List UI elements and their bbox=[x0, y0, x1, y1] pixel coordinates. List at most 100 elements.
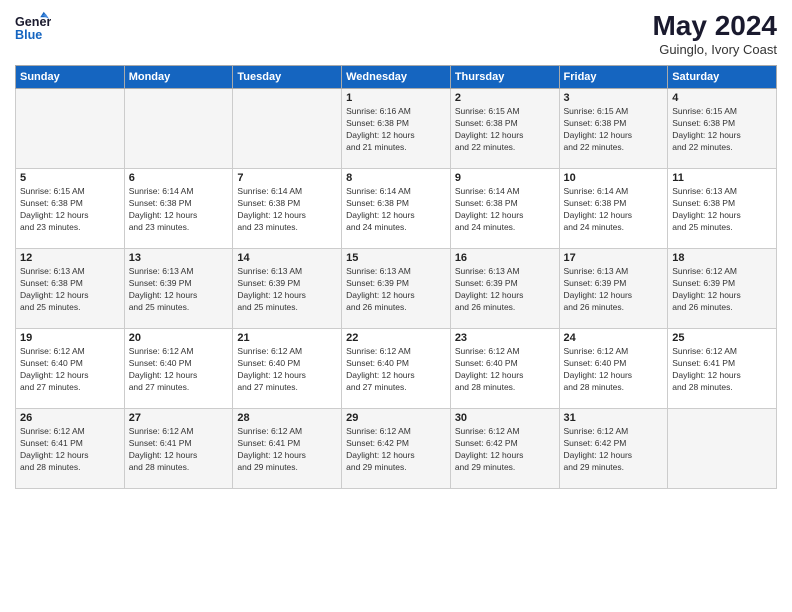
day-info: Sunrise: 6:12 AMSunset: 6:41 PMDaylight:… bbox=[129, 426, 229, 474]
calendar-cell: 14Sunrise: 6:13 AMSunset: 6:39 PMDayligh… bbox=[233, 249, 342, 329]
day-info: Sunrise: 6:14 AMSunset: 6:38 PMDaylight:… bbox=[129, 186, 229, 234]
day-number: 31 bbox=[564, 412, 664, 424]
day-number: 1 bbox=[346, 92, 446, 104]
day-number: 10 bbox=[564, 172, 664, 184]
calendar-cell: 1 Sunrise: 6:16 AMSunset: 6:38 PMDaylight… bbox=[342, 89, 451, 169]
day-number: 12 bbox=[20, 252, 120, 264]
day-number: 26 bbox=[20, 412, 120, 424]
calendar-cell bbox=[16, 89, 125, 169]
calendar-cell bbox=[124, 89, 233, 169]
day-info: Sunrise: 6:15 AMSunset: 6:38 PMDaylight:… bbox=[564, 106, 664, 154]
day-number: 23 bbox=[455, 332, 555, 344]
day-info: Sunrise: 6:12 AMSunset: 6:40 PMDaylight:… bbox=[346, 346, 446, 394]
calendar-cell: 20 Sunrise: 6:12 AMSunset: 6:40 PMDayligh… bbox=[124, 329, 233, 409]
day-info: Sunrise: 6:12 AMSunset: 6:40 PMDaylight:… bbox=[129, 346, 229, 394]
calendar-cell: 13Sunrise: 6:13 AMSunset: 6:39 PMDayligh… bbox=[124, 249, 233, 329]
calendar-page: General Blue May 2024 Guinglo, Ivory Coa… bbox=[0, 0, 792, 612]
day-info: Sunrise: 6:15 AMSunset: 6:38 PMDaylight:… bbox=[20, 186, 120, 234]
week-row-5: 26 Sunrise: 6:12 AMSunset: 6:41 PMDayligh… bbox=[16, 409, 777, 489]
day-info: Sunrise: 6:12 AMSunset: 6:41 PMDaylight:… bbox=[20, 426, 120, 474]
calendar-table: SundayMondayTuesdayWednesdayThursdayFrid… bbox=[15, 65, 777, 489]
day-number: 9 bbox=[455, 172, 555, 184]
day-number: 25 bbox=[672, 332, 772, 344]
month-title: May 2024 bbox=[652, 10, 777, 42]
day-info: Sunrise: 6:12 AMSunset: 6:42 PMDaylight:… bbox=[564, 426, 664, 474]
day-info: Sunrise: 6:12 AMSunset: 6:40 PMDaylight:… bbox=[20, 346, 120, 394]
day-number: 7 bbox=[237, 172, 337, 184]
day-number: 24 bbox=[564, 332, 664, 344]
day-info: Sunrise: 6:13 AMSunset: 6:38 PMDaylight:… bbox=[20, 266, 120, 314]
day-header-wednesday: Wednesday bbox=[342, 66, 451, 89]
header: General Blue May 2024 Guinglo, Ivory Coa… bbox=[15, 10, 777, 57]
day-number: 13 bbox=[129, 252, 229, 264]
day-info: Sunrise: 6:13 AMSunset: 6:39 PMDaylight:… bbox=[346, 266, 446, 314]
day-info: Sunrise: 6:12 AMSunset: 6:40 PMDaylight:… bbox=[564, 346, 664, 394]
calendar-cell: 22 Sunrise: 6:12 AMSunset: 6:40 PMDayligh… bbox=[342, 329, 451, 409]
calendar-cell: 26 Sunrise: 6:12 AMSunset: 6:41 PMDayligh… bbox=[16, 409, 125, 489]
calendar-cell: 21 Sunrise: 6:12 AMSunset: 6:40 PMDayligh… bbox=[233, 329, 342, 409]
day-info: Sunrise: 6:13 AMSunset: 6:39 PMDaylight:… bbox=[455, 266, 555, 314]
day-info: Sunrise: 6:12 AMSunset: 6:40 PMDaylight:… bbox=[455, 346, 555, 394]
day-number: 3 bbox=[564, 92, 664, 104]
day-header-sunday: Sunday bbox=[16, 66, 125, 89]
day-number: 11 bbox=[672, 172, 772, 184]
day-number: 15 bbox=[346, 252, 446, 264]
calendar-cell: 30 Sunrise: 6:12 AMSunset: 6:42 PMDayligh… bbox=[450, 409, 559, 489]
day-header-saturday: Saturday bbox=[668, 66, 777, 89]
day-info: Sunrise: 6:12 AMSunset: 6:39 PMDaylight:… bbox=[672, 266, 772, 314]
day-number: 17 bbox=[564, 252, 664, 264]
day-number: 29 bbox=[346, 412, 446, 424]
day-number: 5 bbox=[20, 172, 120, 184]
day-info: Sunrise: 6:14 AMSunset: 6:38 PMDaylight:… bbox=[237, 186, 337, 234]
calendar-cell: 19Sunrise: 6:12 AMSunset: 6:40 PMDayligh… bbox=[16, 329, 125, 409]
day-number: 6 bbox=[129, 172, 229, 184]
week-row-2: 5 Sunrise: 6:15 AMSunset: 6:38 PMDaylight… bbox=[16, 169, 777, 249]
day-number: 2 bbox=[455, 92, 555, 104]
day-header-monday: Monday bbox=[124, 66, 233, 89]
svg-text:Blue: Blue bbox=[15, 28, 42, 42]
day-info: Sunrise: 6:13 AMSunset: 6:39 PMDaylight:… bbox=[564, 266, 664, 314]
day-info: Sunrise: 6:12 AMSunset: 6:40 PMDaylight:… bbox=[237, 346, 337, 394]
calendar-cell: 8 Sunrise: 6:14 AMSunset: 6:38 PMDaylight… bbox=[342, 169, 451, 249]
location-subtitle: Guinglo, Ivory Coast bbox=[652, 42, 777, 57]
calendar-cell: 7 Sunrise: 6:14 AMSunset: 6:38 PMDaylight… bbox=[233, 169, 342, 249]
day-info: Sunrise: 6:16 AMSunset: 6:38 PMDaylight:… bbox=[346, 106, 446, 154]
day-number: 16 bbox=[455, 252, 555, 264]
header-row: SundayMondayTuesdayWednesdayThursdayFrid… bbox=[16, 66, 777, 89]
day-number: 8 bbox=[346, 172, 446, 184]
day-info: Sunrise: 6:14 AMSunset: 6:38 PMDaylight:… bbox=[346, 186, 446, 234]
day-number: 27 bbox=[129, 412, 229, 424]
calendar-cell: 23 Sunrise: 6:12 AMSunset: 6:40 PMDayligh… bbox=[450, 329, 559, 409]
day-info: Sunrise: 6:12 AMSunset: 6:41 PMDaylight:… bbox=[672, 346, 772, 394]
calendar-cell: 31 Sunrise: 6:12 AMSunset: 6:42 PMDayligh… bbox=[559, 409, 668, 489]
calendar-cell: 3 Sunrise: 6:15 AMSunset: 6:38 PMDaylight… bbox=[559, 89, 668, 169]
week-row-1: 1 Sunrise: 6:16 AMSunset: 6:38 PMDaylight… bbox=[16, 89, 777, 169]
calendar-cell bbox=[668, 409, 777, 489]
week-row-4: 19Sunrise: 6:12 AMSunset: 6:40 PMDayligh… bbox=[16, 329, 777, 409]
calendar-cell: 25 Sunrise: 6:12 AMSunset: 6:41 PMDayligh… bbox=[668, 329, 777, 409]
day-info: Sunrise: 6:14 AMSunset: 6:38 PMDaylight:… bbox=[455, 186, 555, 234]
day-info: Sunrise: 6:12 AMSunset: 6:42 PMDaylight:… bbox=[346, 426, 446, 474]
calendar-cell: 15 Sunrise: 6:13 AMSunset: 6:39 PMDayligh… bbox=[342, 249, 451, 329]
day-number: 28 bbox=[237, 412, 337, 424]
calendar-cell: 2Sunrise: 6:15 AMSunset: 6:38 PMDaylight… bbox=[450, 89, 559, 169]
calendar-cell: 17 Sunrise: 6:13 AMSunset: 6:39 PMDayligh… bbox=[559, 249, 668, 329]
day-info: Sunrise: 6:12 AMSunset: 6:42 PMDaylight:… bbox=[455, 426, 555, 474]
calendar-cell: 28Sunrise: 6:12 AMSunset: 6:41 PMDayligh… bbox=[233, 409, 342, 489]
calendar-cell: 24 Sunrise: 6:12 AMSunset: 6:40 PMDayligh… bbox=[559, 329, 668, 409]
day-number: 21 bbox=[237, 332, 337, 344]
title-block: May 2024 Guinglo, Ivory Coast bbox=[652, 10, 777, 57]
calendar-cell: 18 Sunrise: 6:12 AMSunset: 6:39 PMDayligh… bbox=[668, 249, 777, 329]
day-header-friday: Friday bbox=[559, 66, 668, 89]
calendar-cell bbox=[233, 89, 342, 169]
day-number: 22 bbox=[346, 332, 446, 344]
calendar-cell: 6 Sunrise: 6:14 AMSunset: 6:38 PMDaylight… bbox=[124, 169, 233, 249]
calendar-cell: 29 Sunrise: 6:12 AMSunset: 6:42 PMDayligh… bbox=[342, 409, 451, 489]
calendar-cell: 27 Sunrise: 6:12 AMSunset: 6:41 PMDayligh… bbox=[124, 409, 233, 489]
day-number: 18 bbox=[672, 252, 772, 264]
calendar-cell: 16 Sunrise: 6:13 AMSunset: 6:39 PMDayligh… bbox=[450, 249, 559, 329]
calendar-cell: 11Sunrise: 6:13 AMSunset: 6:38 PMDayligh… bbox=[668, 169, 777, 249]
day-number: 20 bbox=[129, 332, 229, 344]
calendar-cell: 5 Sunrise: 6:15 AMSunset: 6:38 PMDaylight… bbox=[16, 169, 125, 249]
day-number: 30 bbox=[455, 412, 555, 424]
